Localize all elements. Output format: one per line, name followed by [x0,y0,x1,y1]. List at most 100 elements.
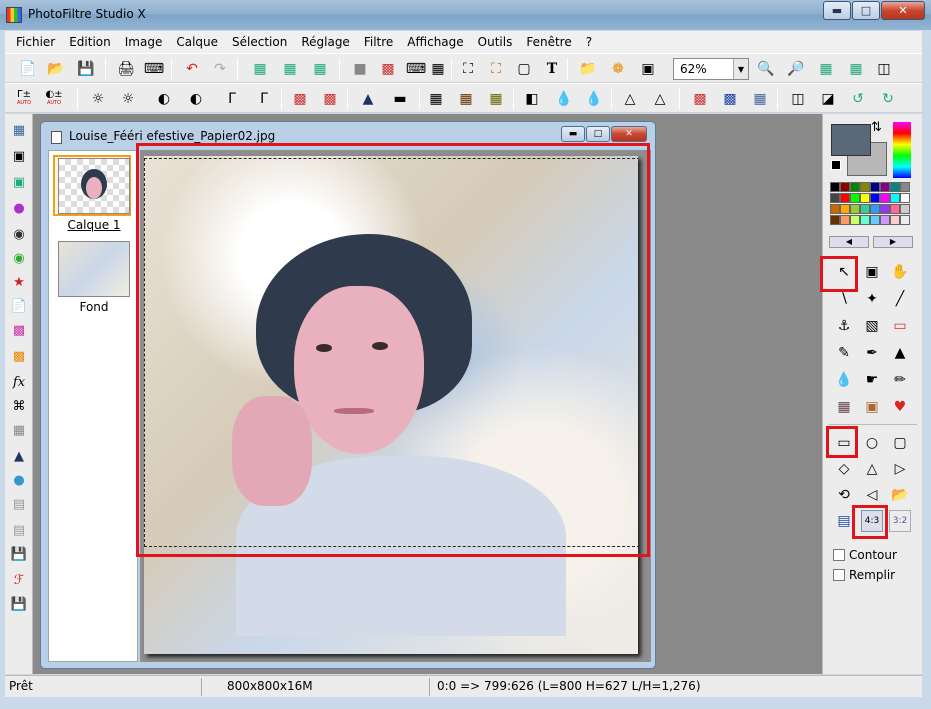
palette-swatch[interactable] [880,182,890,192]
doc-minimize-button[interactable]: ▬ [561,126,585,142]
lasso-icon[interactable]: ⟲ [833,484,855,506]
rounded-rect-icon[interactable]: ▢ [889,432,911,454]
foreground-color-swatch[interactable] [831,124,871,156]
palette-swatch[interactable] [850,215,860,225]
actual-size-icon[interactable]: ▦ [845,58,867,80]
paste-new-icon[interactable]: ▦ [309,58,331,80]
gradient-2-icon[interactable]: ▩ [719,88,741,110]
layers-icon[interactable]: ▣ [9,146,29,166]
palette-swatch[interactable] [880,204,890,214]
globe-icon[interactable]: ◉ [9,248,29,268]
gamma-up-icon[interactable]: Γ [253,88,275,110]
camera-icon[interactable]: ◉ [9,224,29,244]
triangle-2-icon[interactable]: △ [649,88,671,110]
fit-icon[interactable]: ▦ [815,58,837,80]
palette-swatch[interactable] [830,193,840,203]
diamond-icon[interactable]: ◇ [833,458,855,480]
balance-icon[interactable]: ▬ [389,88,411,110]
palette-swatch[interactable] [890,193,900,203]
palette-swatch[interactable] [850,204,860,214]
swap-colors-icon[interactable]: ⇅ [871,120,882,135]
palette-swatch[interactable] [840,182,850,192]
levels-icon[interactable]: ▲ [357,88,379,110]
flip-h-icon[interactable]: ◫ [787,88,809,110]
histogram-icon[interactable]: ▲ [9,446,29,466]
reset-colors-icon[interactable] [831,160,841,170]
menu-image[interactable]: Image [118,35,170,49]
plugins-icon[interactable]: ❁ [607,58,629,80]
menu-fichier[interactable]: Fichier [9,35,62,49]
save-html-icon[interactable]: 💾 [9,594,29,614]
menu-outils[interactable]: Outils [471,35,520,49]
contrast-up-icon[interactable]: ◐ [185,88,207,110]
palette-swatch[interactable] [860,182,870,192]
menu-affichage[interactable]: Affichage [400,35,470,49]
layer-thumb-fond[interactable] [58,241,130,297]
spray-icon[interactable]: ▧ [861,315,883,337]
auto-levels-icon[interactable]: Γ± AUTO [13,88,35,110]
filter-1-icon[interactable]: ▦ [425,88,447,110]
sphere-icon[interactable]: ● [9,198,29,218]
page-icon[interactable]: 📄 [9,296,29,316]
explorer-icon[interactable]: 📁 [577,58,599,80]
palette-swatch[interactable] [830,182,840,192]
load-shape-icon[interactable]: 📂 [889,484,911,506]
fill-checkbox[interactable]: Remplir [833,568,895,582]
palette-swatch[interactable] [890,204,900,214]
save-2000-icon[interactable]: 💾 [9,544,29,564]
strawberry-icon[interactable]: ♥ [889,396,911,418]
fullscreen-icon[interactable]: ◫ [873,58,895,80]
hand-icon[interactable]: ✋ [889,261,911,283]
menu-filtre[interactable]: Filtre [357,35,400,49]
polygon-icon[interactable]: ◁ [861,484,883,506]
ellipse-shape-icon[interactable]: ○ [861,432,883,454]
layer-label-calque[interactable]: Calque 1 [49,218,139,232]
stamp-icon[interactable]: ▲ [889,342,911,364]
palette-swatch[interactable] [830,204,840,214]
window-icon[interactable]: ▣ [637,58,659,80]
script-icon[interactable]: ℱ [9,570,29,590]
palette-swatch[interactable] [850,182,860,192]
menu-reglage[interactable]: Réglage [294,35,357,49]
palette-swatch[interactable] [870,182,880,192]
palette-swatch[interactable] [890,215,900,225]
contrast-down-icon[interactable]: ◐ [153,88,175,110]
palette-swatch[interactable] [850,193,860,203]
chevron-down-icon[interactable]: ▼ [733,59,748,79]
triangle-right-icon[interactable]: ▷ [889,458,911,480]
eraser-icon[interactable]: ▭ [889,315,911,337]
brightness-up-icon[interactable]: ☼ [117,88,139,110]
fill-bucket-icon[interactable]: ⚓ [833,315,855,337]
doc-close-button[interactable]: ✕ [611,126,647,142]
layer-label-fond[interactable]: Fond [49,300,139,314]
saturation-up-icon[interactable]: ▩ [319,88,341,110]
zoom-out-icon[interactable]: 🔎 [785,58,807,80]
palette-swatch[interactable] [880,193,890,203]
save-icon[interactable]: 💾 [75,58,97,80]
filter-2-icon[interactable]: ▦ [455,88,477,110]
maximize-button[interactable]: □ [852,1,880,20]
scan-icon[interactable]: ⌨ [143,58,165,80]
transparency-icon[interactable]: ⌨ [405,58,427,80]
line-icon[interactable]: ╱ [889,288,911,310]
hue-slider[interactable] [893,122,911,178]
image-size-icon[interactable]: ⛶ [457,58,479,80]
palette-swatch[interactable] [870,204,880,214]
auto-contrast-icon[interactable]: ◐± AUTO [43,88,65,110]
mask-icon[interactable]: ▤ [9,494,29,514]
filter-4-icon[interactable]: ◧ [521,88,543,110]
palette-swatch[interactable] [870,193,880,203]
palette-swatch[interactable] [900,182,910,192]
palette-swatch[interactable] [900,215,910,225]
display-icon[interactable]: ▣ [9,172,29,192]
paste-icon[interactable]: ▦ [279,58,301,80]
palette-prev-button[interactable]: ◀ [829,236,869,248]
minimize-button[interactable]: ▬ [823,1,851,20]
palette-next-button[interactable]: ▶ [873,236,913,248]
color-mode-icon[interactable]: ▦ [427,58,449,80]
palette-swatch[interactable] [890,182,900,192]
rotate-left-icon[interactable]: ↺ [847,88,869,110]
transform-icon[interactable]: ▦ [749,88,771,110]
palette-swatch[interactable] [900,204,910,214]
fx-icon[interactable]: fx [9,372,29,392]
